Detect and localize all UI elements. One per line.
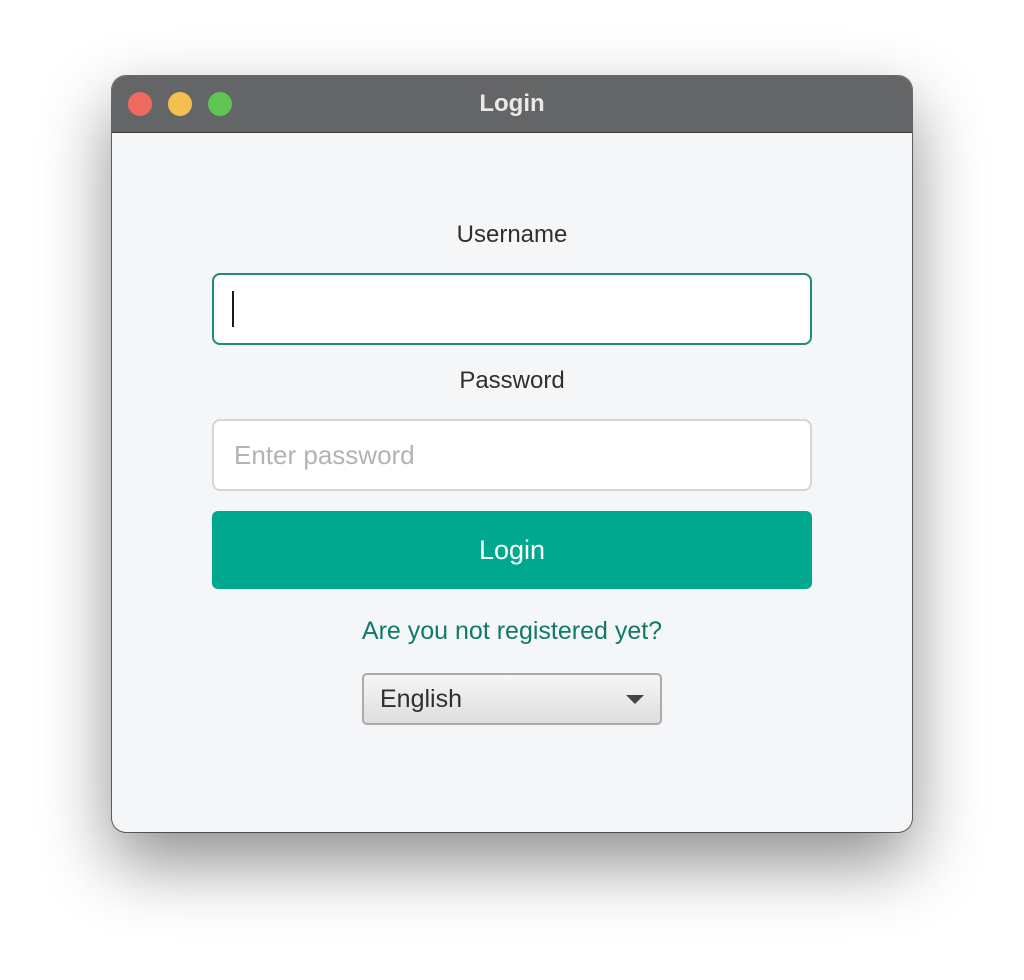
language-select[interactable]: English [362, 673, 662, 725]
chevron-down-icon [626, 695, 644, 704]
password-input[interactable] [212, 419, 812, 491]
password-label: Password [459, 367, 565, 394]
username-input[interactable] [212, 273, 812, 345]
text-caret [232, 291, 234, 327]
register-link[interactable]: Are you not registered yet? [112, 617, 912, 646]
window-title: Login [479, 90, 545, 117]
username-label: Username [456, 221, 568, 248]
title-bar: Login [112, 76, 912, 133]
login-form: Username Password Login Are you not regi… [112, 133, 912, 832]
language-select-value: English [380, 685, 462, 713]
login-button[interactable]: Login [212, 511, 812, 589]
login-window: Login Username Password Login Are you no… [112, 76, 912, 832]
